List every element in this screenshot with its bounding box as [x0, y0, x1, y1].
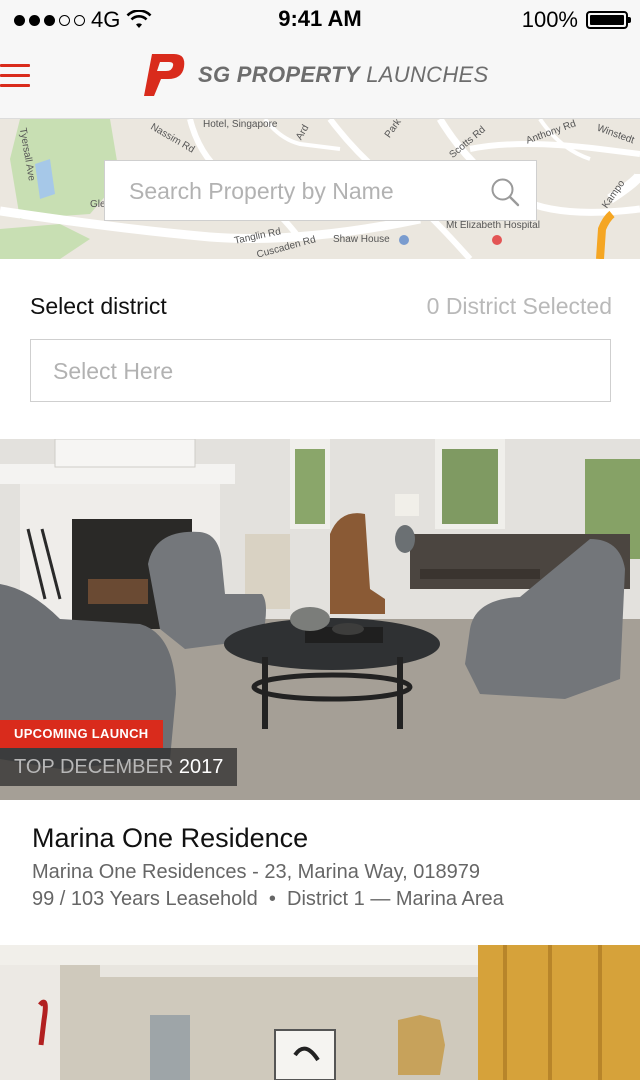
logo-bold-text: SG PROPERTY: [198, 62, 360, 87]
district-select[interactable]: Select Here: [30, 339, 611, 402]
status-bar: 4G 9:41 AM 100%: [0, 0, 640, 40]
next-property-photo: [0, 945, 640, 1080]
property-tenure: 99 / 103 Years Leasehold: [32, 888, 258, 910]
property-address: Marina One Residences - 23, Marina Way, …: [32, 861, 480, 883]
property-title[interactable]: Marina One Residence: [32, 823, 308, 854]
battery-status: 100%: [521, 7, 631, 33]
district-label: Select district: [30, 293, 167, 319]
logo-wordmark: SG PROPERTY LAUNCHES: [198, 62, 488, 88]
top-date-badge: TOP DECEMBER 2017: [0, 748, 238, 786]
search-input[interactable]: [127, 161, 481, 222]
district-count: 0 District Selected: [426, 293, 612, 319]
app-header: SG PROPERTY LAUNCHES: [0, 40, 640, 119]
property-photo[interactable]: UPCOMING LAUNCH TOP DECEMBER 2017: [0, 439, 640, 800]
map-label: Shaw House: [333, 234, 390, 245]
property-meta: 99 / 103 Years Leasehold • District 1 — …: [32, 888, 504, 910]
property-search[interactable]: [104, 160, 537, 222]
top-date-year: 2017: [178, 756, 224, 778]
map-label: Hotel, Singapore: [203, 119, 278, 130]
battery-icon: [586, 11, 631, 29]
property-district: District 1 — Marina Area: [287, 888, 504, 910]
upcoming-launch-badge: UPCOMING LAUNCH: [0, 720, 163, 748]
property-card[interactable]: UPCOMING LAUNCH TOP DECEMBER 2017 Marina…: [0, 439, 640, 945]
logo-p-icon: [144, 54, 185, 96]
top-date-label: TOP DECEMBER: [14, 756, 174, 778]
logo-light-text: LAUNCHES: [366, 62, 489, 87]
battery-percent: 100%: [521, 7, 578, 32]
app-logo[interactable]: SG PROPERTY LAUNCHES: [140, 50, 488, 100]
property-card-next[interactable]: [0, 945, 640, 1080]
hamburger-menu-icon[interactable]: [0, 64, 30, 90]
search-icon[interactable]: [490, 177, 520, 207]
district-select-placeholder: Select Here: [53, 358, 174, 384]
district-filter: Select district 0 District Selected Sele…: [0, 259, 640, 439]
